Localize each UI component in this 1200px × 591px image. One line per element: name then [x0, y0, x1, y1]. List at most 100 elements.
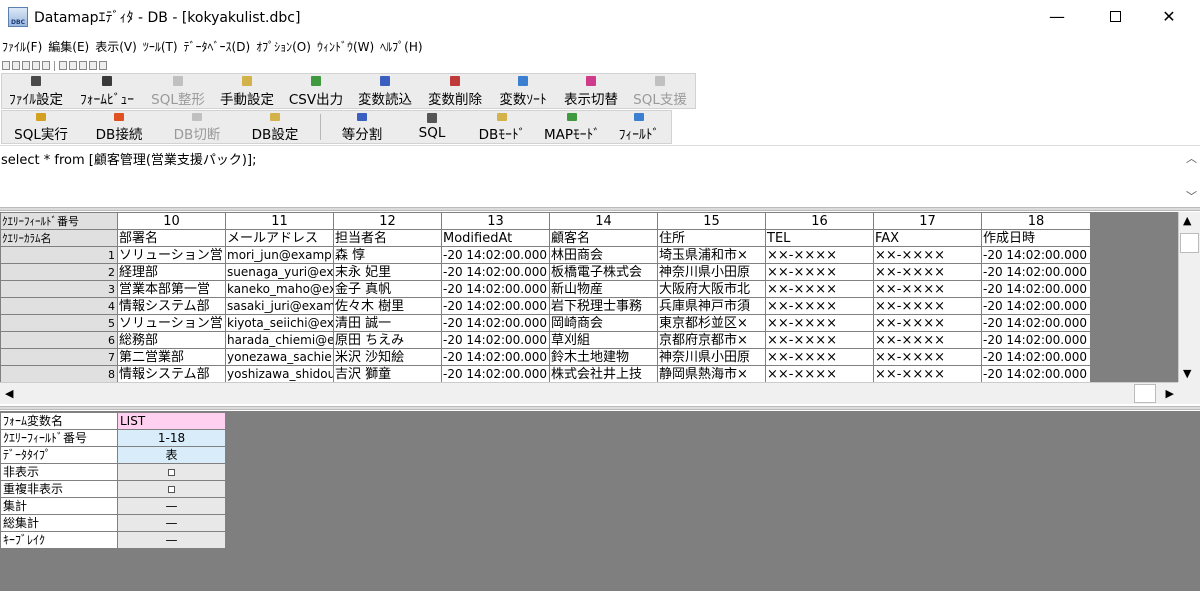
table-cell[interactable]: ××-××××	[765, 365, 874, 382]
table-cell[interactable]: -20 14:02:00.000	[441, 314, 550, 332]
table-cell[interactable]: 経理部	[117, 263, 226, 281]
hidden-checkbox-cell[interactable]	[117, 463, 226, 481]
table-cell[interactable]: -20 14:02:00.000	[441, 246, 550, 264]
table-cell[interactable]: yoshizawa_shidou	[225, 365, 334, 382]
table-cell[interactable]: 東京都杉並区×	[657, 314, 766, 332]
table-cell[interactable]: -20 14:02:00.000	[981, 280, 1090, 298]
undo-icon[interactable]	[59, 61, 67, 70]
open-folder-icon[interactable]	[12, 61, 20, 70]
table-row[interactable]: 8 情報システム部 yoshizawa_shidou 吉沢 獅童 -20 14:…	[0, 365, 1090, 382]
table-cell[interactable]: 佐々木 樹里	[333, 297, 442, 315]
table-cell[interactable]: 新山物産	[549, 280, 658, 298]
table-cell[interactable]: -20 14:02:00.000	[441, 280, 550, 298]
row-number[interactable]: 7	[0, 348, 118, 366]
db-mode-button[interactable]: DBﾓｰﾄﾞ	[467, 111, 537, 143]
table-cell[interactable]: ××-××××	[873, 297, 982, 315]
table-row[interactable]: 7 第二営業部 yonezawa_sachie 米沢 沙知絵 -20 14:02…	[0, 348, 1090, 366]
field-number-cell[interactable]: 16	[765, 212, 874, 230]
table-cell[interactable]: -20 14:02:00.000	[441, 365, 550, 382]
field-number-cell[interactable]: 10	[117, 212, 226, 230]
column-header[interactable]: メールアドレス	[225, 229, 334, 247]
load-variables-button[interactable]: 変数読込	[350, 74, 420, 108]
field-number-cell[interactable]: 14	[549, 212, 658, 230]
toggle-display-button[interactable]: 表示切替	[556, 74, 626, 108]
minimize-button[interactable]: —	[1034, 0, 1080, 33]
column-header[interactable]: 住所	[657, 229, 766, 247]
table-cell[interactable]: 金子 真帆	[333, 280, 442, 298]
cut-icon[interactable]	[79, 61, 87, 70]
grid-vertical-scrollbar[interactable]: ▲ ▼	[1178, 212, 1200, 382]
key-break-value[interactable]: —	[117, 531, 226, 549]
table-cell[interactable]: -20 14:02:00.000	[441, 348, 550, 366]
row-number[interactable]: 2	[0, 263, 118, 281]
table-cell[interactable]: 営業本部第一営	[117, 280, 226, 298]
menu-view[interactable]: 表示(V)	[93, 38, 141, 55]
table-cell[interactable]: mori_jun@example	[225, 246, 334, 264]
field-button[interactable]: ﾌｨｰﾙﾄﾞ	[607, 111, 671, 143]
row-number[interactable]: 3	[0, 280, 118, 298]
row-number[interactable]: 1	[0, 246, 118, 264]
table-cell[interactable]: 株式会社井上技	[549, 365, 658, 382]
table-cell[interactable]: 第二営業部	[117, 348, 226, 366]
row-number[interactable]: 4	[0, 297, 118, 315]
menu-help[interactable]: ﾍﾙﾌﾟ(H)	[378, 38, 426, 55]
table-cell[interactable]: 森 惇	[333, 246, 442, 264]
table-cell[interactable]: 鈴木土地建物	[549, 348, 658, 366]
column-header[interactable]: TEL	[765, 229, 874, 247]
table-cell[interactable]: 神奈川県小田原	[657, 348, 766, 366]
scroll-up-icon[interactable]: ︿	[1186, 150, 1197, 166]
table-cell[interactable]: harada_chiemi@e	[225, 331, 334, 349]
table-cell[interactable]: 板橋電子株式会	[549, 263, 658, 281]
table-cell[interactable]: 情報システム部	[117, 365, 226, 382]
scroll-right-icon[interactable]: ▶	[1166, 387, 1174, 400]
print-preview-icon[interactable]	[42, 61, 50, 70]
grand-total-value[interactable]: —	[117, 514, 226, 532]
table-cell[interactable]: ××-××××	[765, 246, 874, 264]
sort-variables-button[interactable]: 変数ｿｰﾄ	[490, 74, 556, 108]
table-cell[interactable]: -20 14:02:00.000	[981, 263, 1090, 281]
scroll-thumb[interactable]	[1134, 384, 1156, 403]
table-cell[interactable]: -20 14:02:00.000	[981, 365, 1090, 382]
sql-query-text[interactable]: select * from [顧客管理(営業支援パック)];	[1, 149, 256, 168]
field-number-cell[interactable]: 15	[657, 212, 766, 230]
column-header[interactable]: ModifiedAt	[441, 229, 550, 247]
table-cell[interactable]: kiyota_seiichi@ex	[225, 314, 334, 332]
scroll-thumb[interactable]	[1180, 233, 1199, 253]
column-header[interactable]: FAX	[873, 229, 982, 247]
table-cell[interactable]: ××-××××	[765, 280, 874, 298]
table-row[interactable]: 1 ソリューション営 mori_jun@example 森 惇 -20 14:0…	[0, 246, 1090, 264]
table-cell[interactable]: ××-××××	[765, 331, 874, 349]
menu-options[interactable]: ｵﾌﾟｼｮﾝ(O)	[254, 38, 315, 55]
data-type-value[interactable]: 表	[117, 446, 226, 464]
table-row[interactable]: 6 総務部 harada_chiemi@e 原田 ちえみ -20 14:02:0…	[0, 331, 1090, 349]
table-cell[interactable]: -20 14:02:00.000	[441, 331, 550, 349]
table-cell[interactable]: 米沢 沙知絵	[333, 348, 442, 366]
table-cell[interactable]: 清田 誠一	[333, 314, 442, 332]
table-cell[interactable]: 兵庫県神戸市須	[657, 297, 766, 315]
new-file-icon[interactable]	[2, 61, 10, 70]
table-cell[interactable]: ××-××××	[873, 246, 982, 264]
copy-icon[interactable]	[89, 61, 97, 70]
duplicate-hidden-checkbox[interactable]	[168, 485, 175, 493]
scroll-up-icon[interactable]: ▲	[1183, 214, 1191, 227]
sql-format-button[interactable]: SQL整形	[144, 74, 212, 108]
table-cell[interactable]: ××-××××	[873, 348, 982, 366]
column-header[interactable]: 担当者名	[333, 229, 442, 247]
field-number-cell[interactable]: 17	[873, 212, 982, 230]
menu-database[interactable]: ﾃﾞｰﾀﾍﾞｰｽ(D)	[182, 38, 255, 55]
table-cell[interactable]: 吉沢 獅童	[333, 365, 442, 382]
csv-export-button[interactable]: CSV出力	[282, 74, 350, 108]
table-cell[interactable]: 情報システム部	[117, 297, 226, 315]
field-number-value[interactable]: 1-18	[117, 429, 226, 447]
table-cell[interactable]: 岡崎商会	[549, 314, 658, 332]
column-header[interactable]: 部署名	[117, 229, 226, 247]
table-cell[interactable]: 総務部	[117, 331, 226, 349]
table-cell[interactable]: 原田 ちえみ	[333, 331, 442, 349]
db-connect-button[interactable]: DB接続	[80, 111, 158, 143]
table-cell[interactable]: 静岡県熱海市×	[657, 365, 766, 382]
table-cell[interactable]: ××-××××	[765, 348, 874, 366]
menu-edit[interactable]: 編集(E)	[46, 38, 93, 55]
table-cell[interactable]: ××-××××	[873, 280, 982, 298]
column-header[interactable]: 作成日時	[981, 229, 1090, 247]
aggregate-value[interactable]: —	[117, 497, 226, 515]
